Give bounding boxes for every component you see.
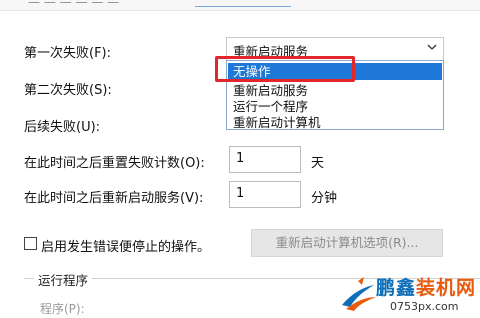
second-failure-label: 第二次失败(S): [24, 83, 112, 98]
option-restart-computer[interactable]: 重新启动计算机 [233, 112, 321, 131]
watermark-brand-part2: 装机网 [416, 277, 477, 299]
restart-service-unit: 分钟 [311, 191, 338, 206]
stop-on-error-label[interactable]: 启用发生错误便停止的操作。 [41, 236, 210, 255]
reset-fail-count-label: 在此时间之后重置失败计数(O): [24, 156, 205, 171]
top-fragment-text: — — — — — — [28, 0, 120, 9]
reset-fail-count-input[interactable]: 1 [229, 146, 301, 173]
reset-fail-count-value: 1 [236, 151, 245, 166]
restart-computer-options-button[interactable]: 重新启动计算机选项(R)... [251, 229, 443, 257]
subsequent-failures-label: 后续失败(U): [24, 120, 101, 135]
restart-service-after-label: 在此时间之后重新启动服务(V): [24, 191, 204, 206]
watermark-brand: 鹏鑫装机网 [376, 273, 476, 300]
watermark-url: 0753px.com [390, 300, 459, 313]
run-program-group-title: 运行程序 [34, 270, 93, 289]
top-link-underline [195, 6, 291, 7]
annotation-highlight-box [215, 56, 355, 82]
stop-on-error-checkbox[interactable] [24, 237, 37, 250]
restart-service-value: 1 [236, 186, 245, 201]
restart-service-input[interactable]: 1 [229, 181, 301, 208]
swoosh-logo-icon [342, 277, 376, 311]
dialog-top-fragment: — — — — — — [0, 0, 480, 11]
reset-fail-count-unit: 天 [311, 156, 325, 171]
site-watermark: 鹏鑫装机网 0753px.com [338, 271, 480, 318]
first-failure-label: 第一次失败(F): [24, 46, 112, 61]
chevron-down-icon[interactable] [427, 42, 437, 52]
watermark-brand-part1: 鹏鑫 [376, 277, 417, 299]
program-label: 程序(P): [40, 302, 85, 316]
